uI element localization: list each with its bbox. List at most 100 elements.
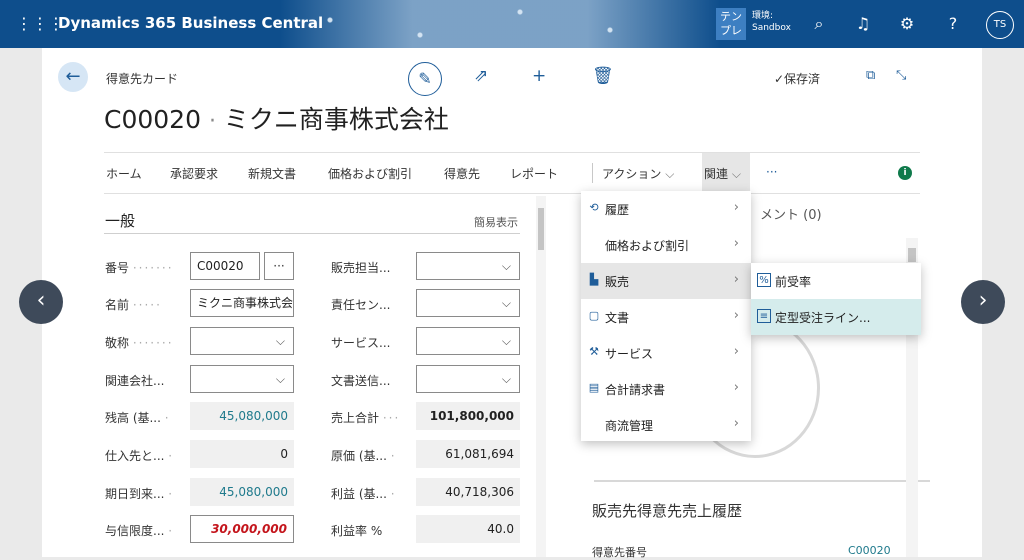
show-less-link[interactable]: 簡易表示: [474, 214, 518, 230]
sales-total-value: 101,800,000: [416, 402, 520, 430]
main-scrollbar[interactable]: [536, 196, 546, 557]
attachments-title[interactable]: メント (0): [760, 204, 822, 223]
field-label-service: サービス...: [331, 336, 391, 350]
service-tools-icon: ⚒: [589, 345, 599, 358]
app-launcher-icon[interactable]: ⋮⋮⋮: [16, 14, 64, 34]
chevron-right-icon: ›: [733, 380, 739, 395]
lookup-ellipsis-button[interactable]: ···: [264, 252, 294, 280]
dropdown-item-label: サービス: [605, 347, 654, 361]
field-label-related-company: 関連会社...: [105, 374, 165, 388]
field-label-name: 名前 ·····: [105, 298, 162, 312]
environment-caption: 環境:: [752, 11, 774, 21]
help-icon[interactable]: ?: [942, 13, 964, 35]
due-balance-value[interactable]: 45,080,000: [190, 478, 294, 506]
chevron-down-icon: ⌵: [501, 372, 511, 386]
menu-customer[interactable]: 得意先: [444, 165, 480, 182]
history-field-value[interactable]: C00020: [848, 544, 891, 557]
chevron-right-icon: ›: [733, 308, 739, 323]
share-icon[interactable]: ⇗: [474, 66, 488, 86]
sales-chart-icon: ▙: [589, 273, 599, 286]
field-label-vendor: 仕入先と... ·: [105, 449, 175, 463]
submenu-item-recurring-sales-lines[interactable]: ≡ 定型受注ライン...: [751, 299, 921, 335]
field-label-profit: 利益 (基... ·: [331, 487, 397, 501]
credit-limit-input[interactable]: 30,000,000: [190, 515, 294, 543]
collapse-icon[interactable]: ⤡: [896, 68, 906, 83]
factbox-scrollbar-thumb[interactable]: [908, 248, 916, 262]
main-scrollbar-thumb[interactable]: [538, 208, 544, 250]
field-label-number: 番号 ·······: [105, 261, 174, 275]
history-icon: ⟲: [589, 201, 599, 214]
open-new-window-icon[interactable]: ⧉: [866, 68, 875, 83]
history-field-label: 得意先番号: [592, 546, 647, 559]
menu-actions[interactable]: アクション ⌵: [602, 165, 674, 182]
page-title: C00020 · ミクニ商事株式会社: [104, 100, 449, 136]
submenu-item-prepayment[interactable]: % 前受率: [751, 263, 921, 299]
dropdown-item-documents[interactable]: ▢ 文書 ›: [581, 299, 751, 335]
info-icon[interactable]: i: [898, 166, 912, 180]
menu-home[interactable]: ホーム: [106, 165, 142, 182]
field-label-due: 期日到来... ·: [105, 487, 175, 501]
doc-sending-select[interactable]: ⌵: [416, 365, 520, 393]
name-input[interactable]: ミクニ商事株式会: [190, 289, 294, 317]
section-general-title[interactable]: 一般: [105, 210, 135, 231]
profit-pct-value: 40.0: [416, 515, 520, 543]
dropdown-item-prices-discounts[interactable]: 価格および割引 ›: [581, 227, 751, 263]
field-label-honorific: 敬称 ·······: [105, 336, 174, 350]
menu-more[interactable]: ···: [766, 165, 777, 179]
dropdown-item-history[interactable]: ⟲ 履歴 ›: [581, 191, 751, 227]
number-input[interactable]: C00020: [190, 252, 260, 280]
chevron-right-icon: ›: [733, 416, 739, 431]
chevron-down-icon: ⌵: [275, 334, 285, 348]
title-separator: ·: [208, 109, 216, 134]
document-icon: ▢: [588, 309, 600, 322]
delete-trash-icon[interactable]: 🗑: [592, 66, 614, 86]
menu-separator: [592, 163, 593, 183]
user-avatar[interactable]: TS: [986, 11, 1014, 39]
balance-value[interactable]: 45,080,000: [190, 402, 294, 430]
save-status: ✓保存済: [774, 72, 821, 86]
menu-approval[interactable]: 承認要求: [170, 165, 218, 182]
responsibility-select[interactable]: ⌵: [416, 289, 520, 317]
related-dropdown-menu: ⟲ 履歴 › 価格および割引 › ▙ 販売 › ▢ 文書 › ⚒ サービス › …: [581, 191, 751, 441]
dropdown-item-combined-invoice[interactable]: ▤ 合計請求書 ›: [581, 371, 751, 407]
product-name[interactable]: Dynamics 365 Business Central: [58, 14, 323, 32]
previous-record-arrow-icon[interactable]: ‹: [19, 280, 63, 324]
back-arrow-icon[interactable]: ←: [58, 62, 88, 92]
dropdown-item-trade-management[interactable]: 商流管理 ›: [581, 407, 751, 443]
salesperson-select[interactable]: ⌵: [416, 252, 520, 280]
edit-pencil-icon[interactable]: ✎: [408, 62, 442, 96]
menu-new-document[interactable]: 新規文書: [248, 165, 296, 182]
settings-gear-icon[interactable]: ⚙: [896, 13, 918, 35]
search-icon[interactable]: ⌕: [808, 13, 830, 35]
app-header: ⋮⋮⋮ Dynamics 365 Business Central テンプレ 環…: [0, 0, 1024, 48]
menu-related-label: 関連: [704, 167, 729, 181]
dropdown-item-label: 文書: [605, 311, 630, 325]
field-label-cost: 原価 (基... ·: [331, 449, 397, 463]
next-record-arrow-icon[interactable]: ›: [961, 280, 1005, 324]
add-icon[interactable]: +: [532, 66, 546, 86]
honorific-select[interactable]: ⌵: [190, 327, 294, 355]
environment-badge[interactable]: テンプレ: [716, 8, 746, 40]
dropdown-item-label: 販売: [605, 275, 630, 289]
notification-icon[interactable]: ♫: [852, 13, 874, 35]
menu-related[interactable]: 関連 ⌵: [704, 165, 741, 182]
field-label-sales-total: 売上合計 ···: [331, 411, 401, 425]
chevron-down-icon: ⌵: [665, 167, 675, 181]
menu-prices-discounts[interactable]: 価格および割引: [328, 165, 412, 182]
action-bar: ホーム 承認要求 新規文書 価格および割引 得意先 レポート アクション ⌵ 関…: [104, 152, 920, 194]
submenu-item-label: 前受率: [775, 275, 812, 289]
dropdown-item-service[interactable]: ⚒ サービス ›: [581, 335, 751, 371]
dropdown-item-label: 価格および割引: [605, 239, 690, 253]
sales-history-title: 販売先得意先売上履歴: [592, 502, 743, 520]
dropdown-item-label: 履歴: [605, 203, 630, 217]
chevron-down-icon: ⌵: [501, 334, 511, 348]
related-company-select[interactable]: ⌵: [190, 365, 294, 393]
service-select[interactable]: ⌵: [416, 327, 520, 355]
sales-submenu: % 前受率 ≡ 定型受注ライン...: [751, 263, 921, 335]
field-label-salesperson: 販売担当...: [331, 261, 391, 275]
page-caption: 得意先カード: [106, 72, 179, 86]
dropdown-item-sales[interactable]: ▙ 販売 ›: [581, 263, 751, 299]
menu-report[interactable]: レポート: [510, 165, 558, 182]
chevron-right-icon: ›: [733, 344, 739, 359]
chevron-right-icon: ›: [733, 236, 739, 251]
